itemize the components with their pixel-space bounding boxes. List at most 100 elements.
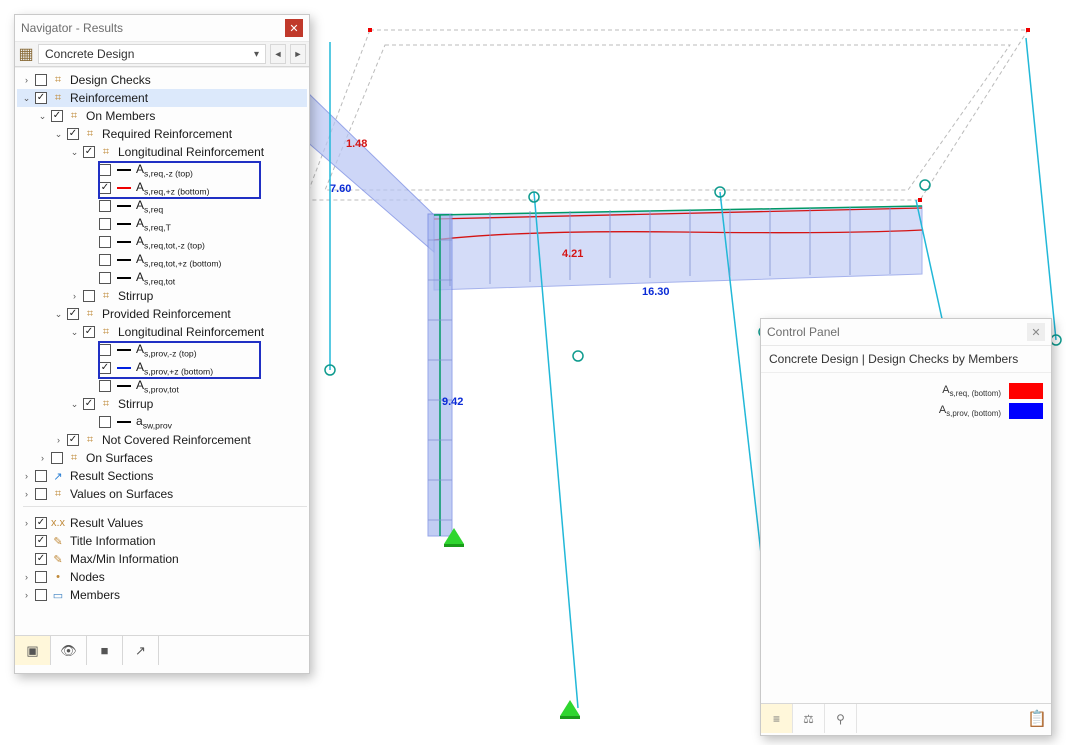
- tree-row[interactable]: As,req,tot,+z (bottom): [17, 251, 307, 269]
- toolbar-apply-button[interactable]: ▣: [15, 636, 51, 665]
- tree-checkbox[interactable]: [35, 488, 47, 500]
- cp-settings-button[interactable]: 📋: [1023, 704, 1051, 733]
- cp-legend-button[interactable]: ≡: [761, 704, 793, 733]
- tree-checkbox[interactable]: [35, 517, 47, 529]
- cp-scale-button[interactable]: ⚖: [793, 704, 825, 733]
- tree-checkbox[interactable]: [99, 218, 111, 230]
- navigator-title-bar[interactable]: Navigator - Results ✕: [15, 15, 309, 42]
- tree-checkbox[interactable]: [51, 452, 63, 464]
- tree-checkbox[interactable]: [35, 92, 47, 104]
- tree-row[interactable]: asw,prov: [17, 413, 307, 431]
- tree-label: Values on Surfaces: [68, 487, 173, 501]
- tree-toggle[interactable]: ›: [21, 572, 32, 582]
- tree-checkbox[interactable]: [83, 146, 95, 158]
- tree-checkbox[interactable]: [99, 254, 111, 266]
- tree-label: Members: [68, 588, 120, 602]
- tree-checkbox[interactable]: [35, 553, 47, 565]
- tree-row[interactable]: As,req: [17, 197, 307, 215]
- tree-row[interactable]: As,req,T: [17, 215, 307, 233]
- tree-row[interactable]: As,req,tot: [17, 269, 307, 287]
- tree-row[interactable]: ⌄⌗On Members: [17, 107, 307, 125]
- tree-checkbox[interactable]: [99, 380, 111, 392]
- tree-row[interactable]: ⌄⌗Reinforcement: [17, 89, 307, 107]
- tree-row[interactable]: ✎Title Information: [17, 532, 307, 550]
- tree-checkbox[interactable]: [83, 290, 95, 302]
- tree-toggle[interactable]: ⌄: [53, 309, 64, 320]
- toolbar-results-button[interactable]: ↗: [123, 636, 159, 665]
- toolbar-view-button[interactable]: 👁: [51, 636, 87, 665]
- tree-row[interactable]: ›•Nodes: [17, 568, 307, 586]
- tree-toggle[interactable]: ›: [21, 75, 32, 85]
- tree-toggle[interactable]: ⌄: [69, 147, 80, 158]
- tree-checkbox[interactable]: [99, 416, 111, 428]
- tree-checkbox[interactable]: [99, 182, 111, 194]
- tree-toggle[interactable]: ›: [21, 590, 32, 600]
- tree-label: Result Values: [68, 516, 143, 530]
- tree-row[interactable]: ›↗Result Sections: [17, 467, 307, 485]
- tree-toggle[interactable]: ›: [21, 471, 32, 481]
- tree-row[interactable]: As,req,tot,-z (top): [17, 233, 307, 251]
- tree-checkbox[interactable]: [35, 74, 47, 86]
- close-icon[interactable]: ✕: [1027, 323, 1045, 341]
- tree-row[interactable]: ⌄⌗Required Reinforcement: [17, 125, 307, 143]
- tree-label: As,req,tot,+z (bottom): [134, 252, 221, 268]
- tree-toggle[interactable]: ›: [37, 453, 48, 463]
- tree-checkbox[interactable]: [83, 398, 95, 410]
- tree-label: Longitudinal Reinforcement: [116, 145, 264, 159]
- tree-row[interactable]: ›⌗On Surfaces: [17, 449, 307, 467]
- tree-row[interactable]: As,req,+z (bottom): [17, 179, 307, 197]
- tree-checkbox[interactable]: [99, 236, 111, 248]
- tree-row[interactable]: ›▭Members: [17, 586, 307, 604]
- tree-row[interactable]: As,req,-z (top): [17, 161, 307, 179]
- toolbar-camera-button[interactable]: ■: [87, 636, 123, 665]
- tree-row[interactable]: As,prov,+z (bottom): [17, 359, 307, 377]
- prev-button[interactable]: ◄: [270, 44, 286, 64]
- tree-row[interactable]: ›⌗Not Covered Reinforcement: [17, 431, 307, 449]
- tree-row[interactable]: ›x.xResult Values: [17, 514, 307, 532]
- tree-toggle[interactable]: ›: [21, 489, 32, 499]
- tree-toggle[interactable]: ›: [21, 518, 32, 528]
- result-line-icon: [117, 187, 131, 189]
- tree-label: As,req,tot,-z (top): [134, 234, 205, 250]
- tree-row[interactable]: As,prov,-z (top): [17, 341, 307, 359]
- tree-checkbox[interactable]: [35, 589, 47, 601]
- tree-checkbox[interactable]: [51, 110, 63, 122]
- tree-toggle[interactable]: ⌄: [37, 111, 48, 122]
- tree-toggle[interactable]: ⌄: [69, 327, 80, 338]
- tree-label: Stirrup: [116, 397, 153, 411]
- tree-checkbox[interactable]: [99, 164, 111, 176]
- navigator-tree[interactable]: ›⌗Design Checks⌄⌗Reinforcement⌄⌗On Membe…: [15, 67, 309, 635]
- tree-checkbox[interactable]: [67, 308, 79, 320]
- tree-row[interactable]: As,prov,tot: [17, 377, 307, 395]
- tree-checkbox[interactable]: [99, 344, 111, 356]
- tree-checkbox[interactable]: [99, 272, 111, 284]
- cp-filter-button[interactable]: ⚲: [825, 704, 857, 733]
- rebar-icon: ⌗: [66, 109, 82, 123]
- tree-row[interactable]: ⌄⌗Stirrup: [17, 395, 307, 413]
- tree-row[interactable]: ✎Max/Min Information: [17, 550, 307, 568]
- navigator-combo[interactable]: Concrete Design ▾: [38, 44, 266, 64]
- tree-checkbox[interactable]: [99, 200, 111, 212]
- tree-toggle[interactable]: ›: [53, 435, 64, 445]
- tree-row[interactable]: ⌄⌗Longitudinal Reinforcement: [17, 143, 307, 161]
- next-button[interactable]: ►: [290, 44, 306, 64]
- tree-checkbox[interactable]: [67, 128, 79, 140]
- tree-checkbox[interactable]: [99, 362, 111, 374]
- tree-checkbox[interactable]: [67, 434, 79, 446]
- tree-checkbox[interactable]: [35, 470, 47, 482]
- tree-checkbox[interactable]: [83, 326, 95, 338]
- tree-row[interactable]: ⌄⌗Longitudinal Reinforcement: [17, 323, 307, 341]
- tree-row[interactable]: ›⌗Design Checks: [17, 71, 307, 89]
- tree-row[interactable]: ›⌗Stirrup: [17, 287, 307, 305]
- tree-row[interactable]: ⌄⌗Provided Reinforcement: [17, 305, 307, 323]
- tree-row[interactable]: ›⌗Values on Surfaces: [17, 485, 307, 503]
- tree-checkbox[interactable]: [35, 571, 47, 583]
- tree-toggle[interactable]: ⌄: [53, 129, 64, 140]
- rebar-icon: ⌗: [82, 433, 98, 447]
- tree-toggle[interactable]: ›: [69, 291, 80, 301]
- control-panel-title-bar[interactable]: Control Panel ✕: [761, 319, 1051, 346]
- tree-toggle[interactable]: ⌄: [69, 399, 80, 410]
- tree-checkbox[interactable]: [35, 535, 47, 547]
- tree-toggle[interactable]: ⌄: [21, 93, 32, 104]
- close-icon[interactable]: ✕: [285, 19, 303, 37]
